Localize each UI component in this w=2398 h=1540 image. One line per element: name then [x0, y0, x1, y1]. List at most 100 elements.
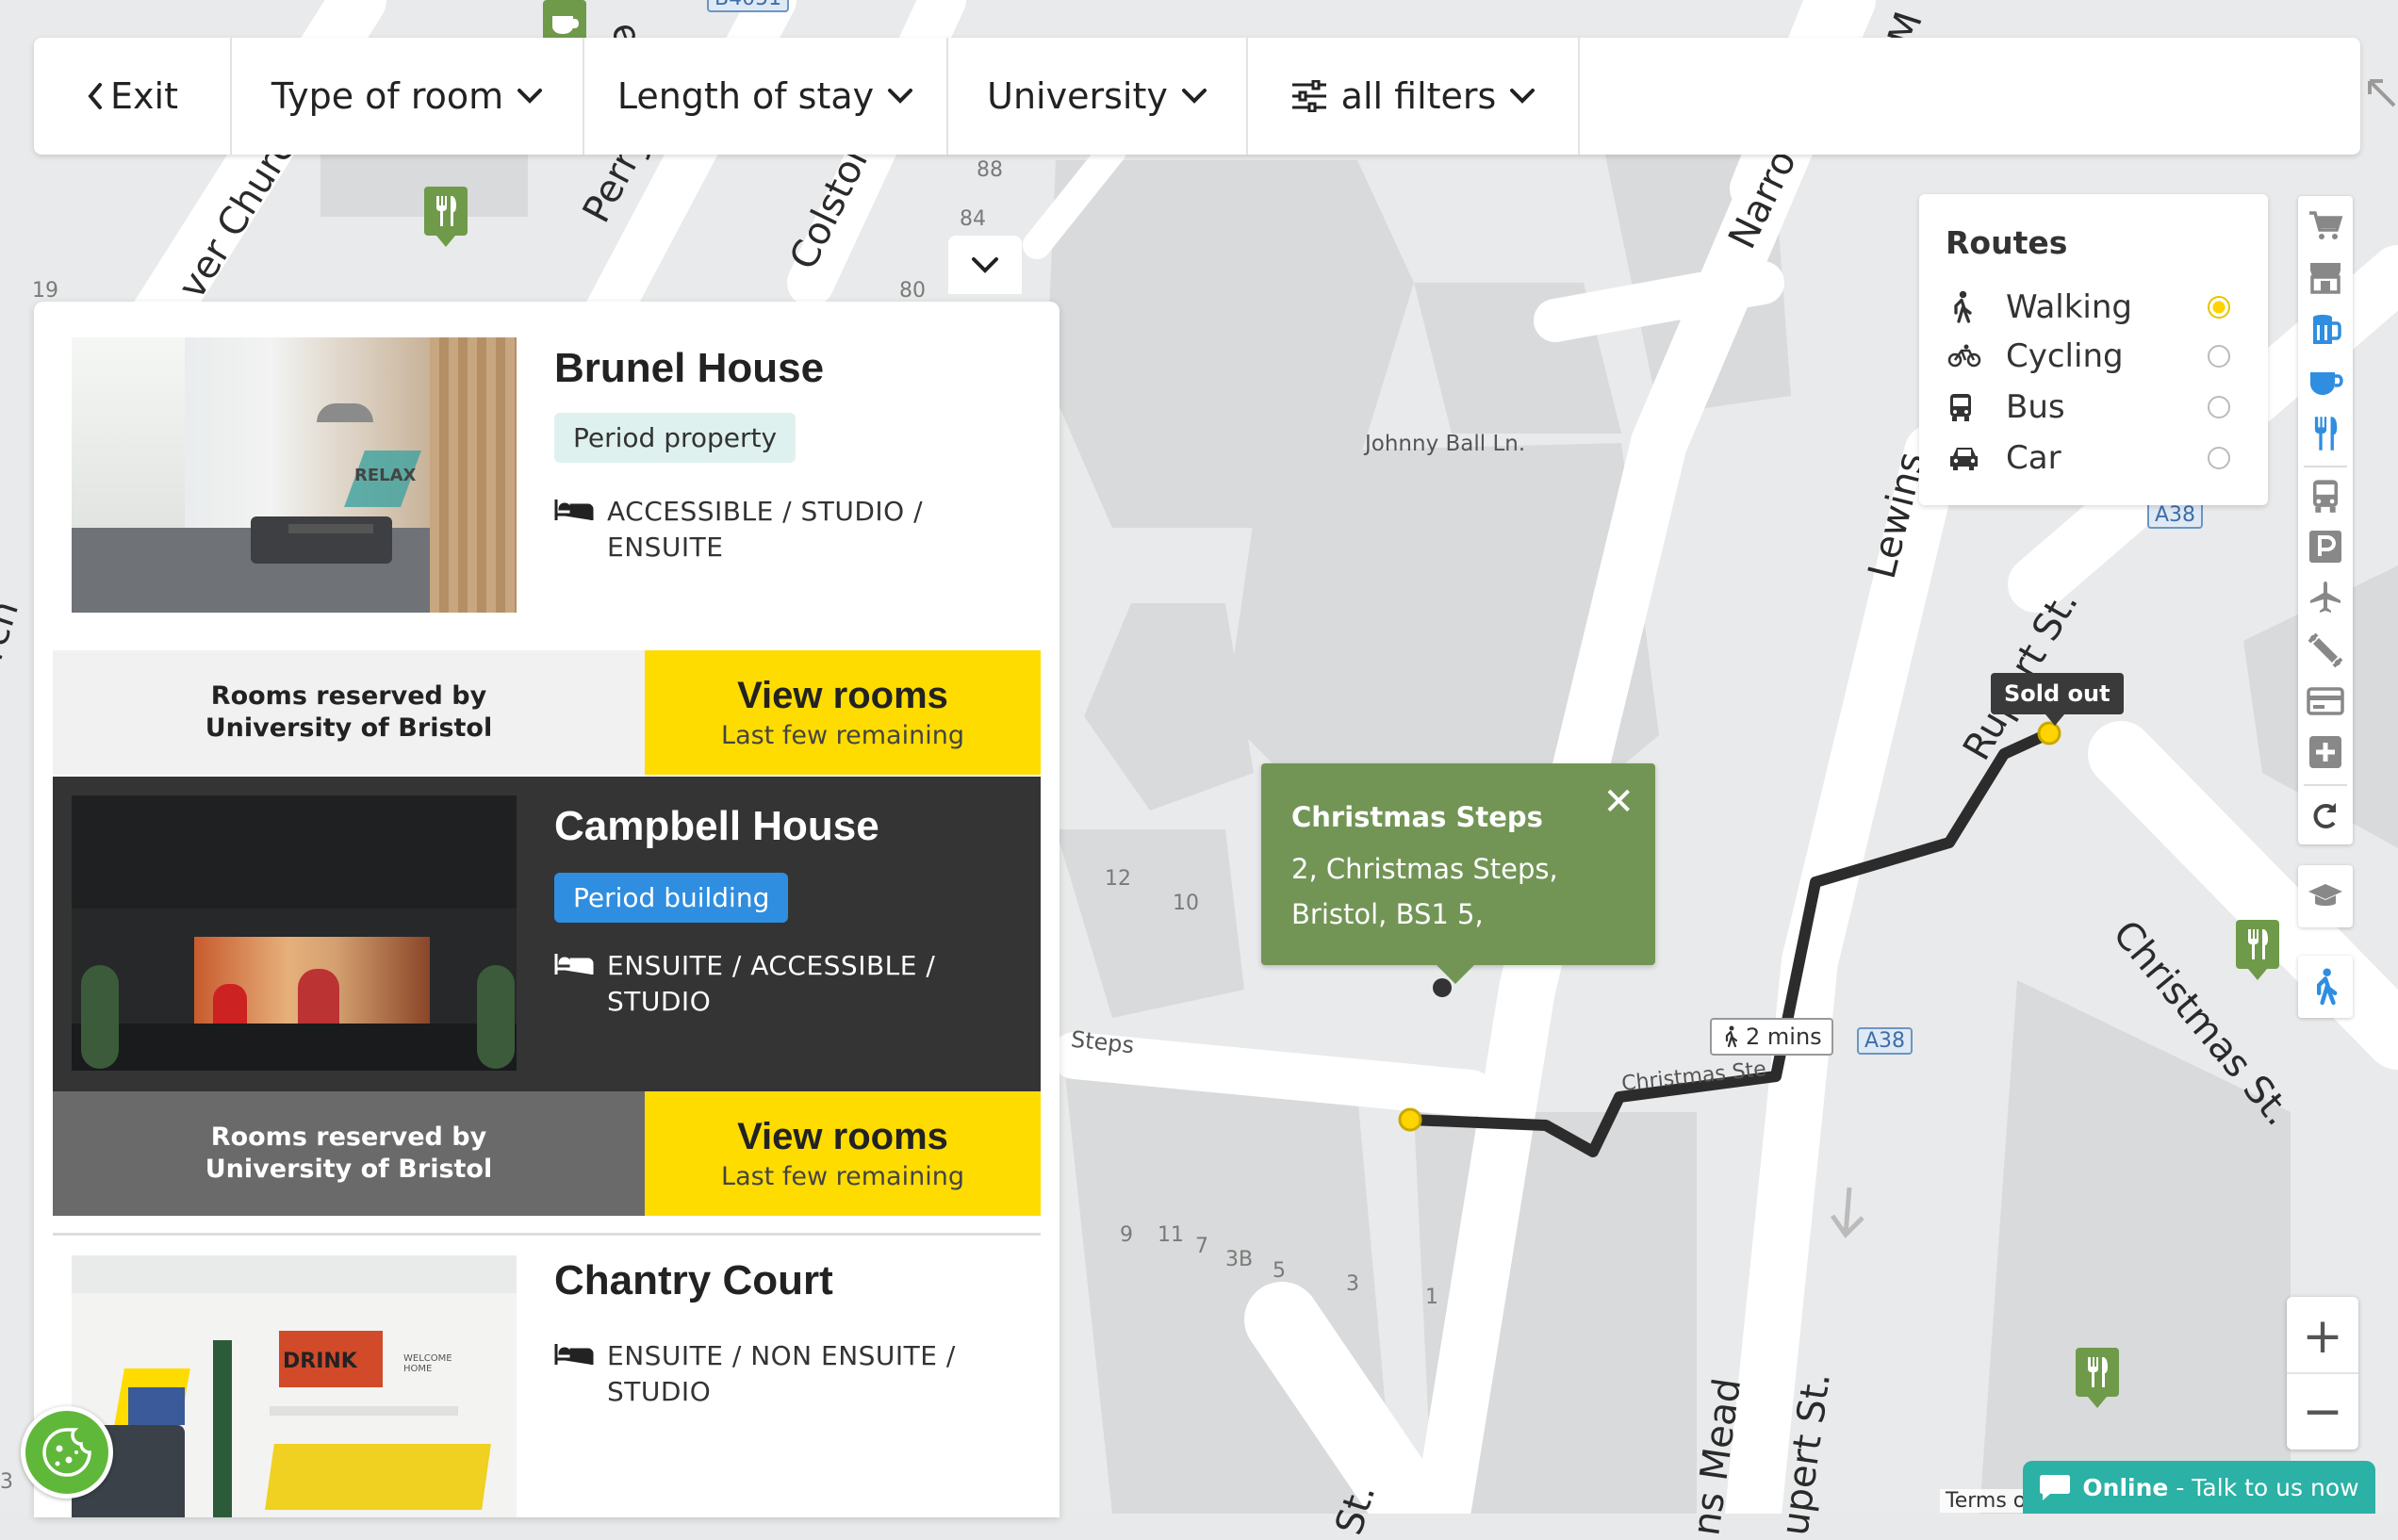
- parking-icon[interactable]: [2298, 522, 2353, 571]
- restaurant-marker[interactable]: [424, 187, 468, 236]
- house-number: 12: [1105, 867, 1131, 891]
- terms-link[interactable]: Terms o: [1940, 1489, 2032, 1513]
- house-number: 3B: [1225, 1248, 1254, 1271]
- zoom-out-button[interactable]: −: [2287, 1374, 2358, 1450]
- popup-address-line: 2, Christmas Steps,: [1291, 853, 1558, 885]
- house-number: 80: [899, 279, 926, 303]
- bicycle-icon: [1947, 344, 1981, 368]
- reserved-by-label: Rooms reserved by University of Bristol: [53, 1091, 645, 1216]
- pub-icon[interactable]: [2298, 305, 2353, 354]
- cart-icon[interactable]: [2298, 202, 2353, 251]
- type-of-room-dropdown[interactable]: Type of room: [232, 38, 584, 155]
- university-dropdown[interactable]: University: [948, 38, 1248, 155]
- cookie-icon: [42, 1428, 91, 1477]
- gym-icon[interactable]: [2298, 626, 2353, 675]
- exit-button[interactable]: Exit: [34, 38, 232, 155]
- view-rooms-button[interactable]: View rooms Last few remaining: [645, 1091, 1041, 1216]
- walk-time-label: 2 mins: [1746, 1024, 1822, 1050]
- view-rooms-label: View rooms: [737, 1116, 948, 1157]
- listing-photo[interactable]: DRINK WELCOME HOME: [72, 1255, 517, 1517]
- chat-status: Online: [2082, 1473, 2169, 1501]
- chat-widget[interactable]: Online - Talk to us now: [2023, 1461, 2375, 1514]
- atm-icon[interactable]: [2298, 677, 2353, 726]
- cafe-icon: [552, 16, 579, 35]
- road-shield-b4051: B4051: [707, 0, 790, 12]
- university-label: University: [987, 75, 1168, 117]
- view-rooms-button[interactable]: View rooms Last few remaining: [645, 650, 1041, 775]
- bus-stop-icon[interactable]: [2298, 471, 2353, 520]
- listing-photo[interactable]: [72, 795, 517, 1071]
- bed-icon: [554, 1344, 594, 1365]
- chevron-down-icon: [517, 89, 543, 104]
- listing-card-campbell-house[interactable]: Campbell House Period building ENSUITE /…: [53, 777, 1041, 1216]
- chat-separator: -: [2168, 1473, 2193, 1501]
- restaurant-icon[interactable]: [2298, 409, 2353, 458]
- reset-icon[interactable]: [2298, 792, 2353, 841]
- restaurant-marker[interactable]: [2076, 1348, 2119, 1397]
- room-features: ACCESSIBLE / STUDIO / ENSUITE: [554, 494, 1007, 565]
- room-features: ENSUITE / ACCESSIBLE / STUDIO: [554, 948, 1007, 1020]
- university-button[interactable]: [2298, 865, 2353, 927]
- route-option-label: Walking: [2006, 288, 2132, 326]
- shop-icon[interactable]: [2298, 253, 2353, 302]
- chat-label: Talk to us now: [2192, 1473, 2359, 1501]
- collapse-panel-button[interactable]: [948, 236, 1022, 294]
- availability-label: Last few remaining: [721, 1162, 964, 1191]
- route-option-label: Cycling: [2006, 337, 2124, 375]
- radio-unselected[interactable]: [2208, 447, 2230, 469]
- chevron-left-icon: [88, 83, 103, 109]
- airport-icon[interactable]: [2298, 573, 2353, 622]
- listing-title[interactable]: Chantry Court: [554, 1257, 833, 1304]
- route-option-cycling[interactable]: Cycling: [1947, 332, 2258, 381]
- restaurant-icon: [2248, 929, 2268, 959]
- restaurant-icon: [2088, 1357, 2108, 1387]
- hospital-icon[interactable]: [2298, 728, 2353, 777]
- house-number: 84: [960, 207, 986, 231]
- radio-unselected[interactable]: [2208, 396, 2230, 418]
- bus-icon: [1950, 394, 1971, 421]
- photo-sign-text: RELAX: [354, 466, 417, 485]
- routes-panel: Routes Walking Cycling Bus Car: [1919, 194, 2268, 505]
- walk-time-badge: 2 mins: [1710, 1018, 1833, 1056]
- zoom-in-button[interactable]: +: [2287, 1299, 2358, 1374]
- length-of-stay-label: Length of stay: [616, 75, 875, 117]
- route-option-walking[interactable]: Walking: [1947, 283, 2258, 332]
- property-tag: Period building: [554, 873, 789, 923]
- cookie-settings-button[interactable]: [21, 1406, 113, 1499]
- bed-icon: [554, 500, 594, 520]
- close-icon[interactable]: ✕: [1602, 780, 1634, 824]
- poi-toolbar: [2298, 196, 2353, 844]
- listing-card-brunel-house[interactable]: RELAX Brunel House Period property ACCES…: [53, 319, 1041, 775]
- walking-icon: [2316, 968, 2338, 1006]
- pedestrian-mode-button[interactable]: [2298, 956, 2353, 1018]
- zoom-controls: + −: [2287, 1297, 2358, 1450]
- listing-panel: RELAX Brunel House Period property ACCES…: [34, 302, 1059, 1517]
- length-of-stay-dropdown[interactable]: Length of stay: [584, 38, 948, 155]
- popup-address-line: Bristol, BS1 5,: [1291, 898, 1484, 930]
- popup-title: Christmas Steps: [1291, 801, 1543, 833]
- compass-arrow-icon[interactable]: [2364, 75, 2398, 113]
- listing-card-chantry-court[interactable]: DRINK WELCOME HOME Chantry Court ENSUITE…: [53, 1237, 1041, 1517]
- all-filters-dropdown[interactable]: all filters: [1248, 38, 1580, 155]
- radio-selected[interactable]: [2208, 296, 2230, 319]
- house-number: 3: [1346, 1272, 1359, 1296]
- listing-title[interactable]: Brunel House: [554, 345, 824, 392]
- radio-unselected[interactable]: [2208, 345, 2230, 368]
- cafe-icon[interactable]: [2298, 358, 2353, 407]
- chevron-down-icon: [888, 89, 913, 104]
- restaurant-marker[interactable]: [2236, 920, 2279, 969]
- route-option-label: Bus: [2006, 388, 2065, 426]
- chat-bubble-icon: [2040, 1475, 2071, 1500]
- chevron-down-icon: [1181, 89, 1207, 104]
- listing-title[interactable]: Campbell House: [554, 803, 879, 850]
- exit-label: Exit: [110, 75, 178, 117]
- route-option-bus[interactable]: Bus: [1947, 383, 2258, 432]
- road-shield-a38: A38: [1857, 1027, 1913, 1055]
- chevron-down-icon: [1510, 89, 1536, 104]
- photo-sign-text: WELCOME HOME: [403, 1353, 452, 1374]
- routes-header: Routes: [1946, 224, 2068, 261]
- availability-label: Last few remaining: [721, 721, 964, 750]
- route-option-car[interactable]: Car: [1947, 434, 2258, 483]
- listing-photo[interactable]: RELAX: [72, 337, 517, 613]
- graduation-cap-icon: [2308, 884, 2342, 906]
